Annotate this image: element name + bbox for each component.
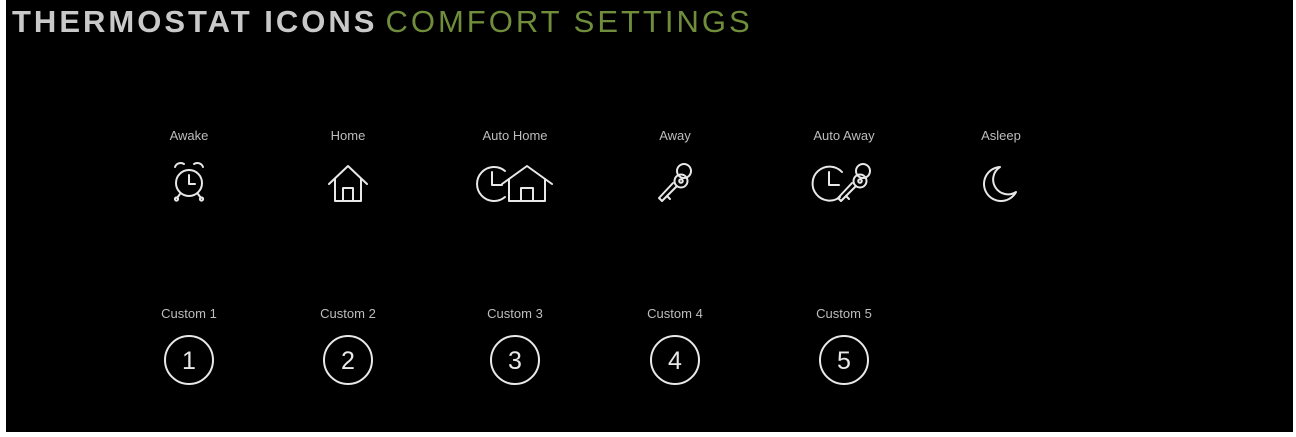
circled-number-icon: 1 [129,333,249,387]
custom-number: 3 [508,347,522,375]
page-title: THERMOSTAT ICONS COMFORT SETTINGS [12,2,753,42]
clock-house-icon [455,158,575,208]
title-bold: THERMOSTAT ICONS [12,4,378,39]
custom-label: Custom 4 [647,306,703,321]
setting-asleep[interactable]: Asleep [941,128,1061,208]
custom-label: Custom 2 [320,306,376,321]
setting-label: Awake [169,128,209,143]
house-icon [288,158,408,208]
clock-key-icon [784,158,904,208]
setting-label: Home [330,128,366,143]
custom-3[interactable]: Custom 3 3 [455,306,575,387]
setting-label: Away [659,128,691,143]
setting-label: Asleep [981,128,1021,143]
circled-number-icon: 5 [784,333,904,387]
title-light: COMFORT SETTINGS [385,4,753,39]
custom-1[interactable]: Custom 1 1 [129,306,249,387]
alarm-clock-icon [129,158,249,208]
custom-label: Custom 3 [487,306,543,321]
custom-number: 2 [341,347,355,375]
custom-number: 1 [182,347,196,375]
setting-label: Auto Home [482,128,548,143]
setting-label: Auto Away [813,128,875,143]
setting-auto-away[interactable]: Auto Away [784,128,904,208]
custom-5[interactable]: Custom 5 5 [784,306,904,387]
custom-number: 5 [837,347,851,375]
circled-number-icon: 2 [288,333,408,387]
setting-awake[interactable]: Awake [129,128,249,208]
custom-4[interactable]: Custom 4 4 [615,306,735,387]
custom-2[interactable]: Custom 2 2 [288,306,408,387]
custom-label: Custom 5 [816,306,872,321]
setting-auto-home[interactable]: Auto Home [455,128,575,208]
moon-icon [941,158,1061,208]
custom-label: Custom 1 [161,306,217,321]
key-icon [615,158,735,208]
setting-away[interactable]: Away [615,128,735,208]
setting-home[interactable]: Home [288,128,408,208]
circled-number-icon: 3 [455,333,575,387]
custom-number: 4 [668,347,682,375]
icon-sheet: THERMOSTAT ICONS COMFORT SETTINGS Awake H… [6,0,1293,432]
circled-number-icon: 4 [615,333,735,387]
